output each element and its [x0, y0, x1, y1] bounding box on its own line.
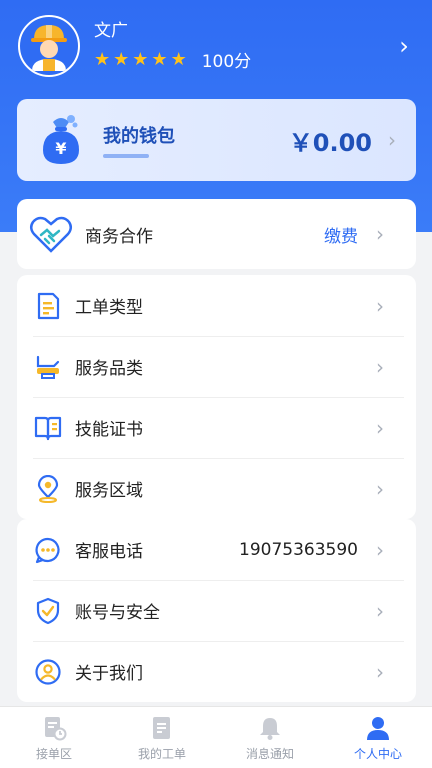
chevron-right-icon: ›	[376, 354, 384, 379]
tab-my-orders[interactable]: 我的工单	[108, 707, 216, 768]
tab-notifications[interactable]: 消息通知	[216, 707, 324, 768]
profile-score: 100分	[201, 52, 252, 72]
wallet-label-underline	[103, 154, 149, 158]
menu-item-label: 服务品类	[75, 359, 143, 379]
location-pin-icon	[33, 474, 63, 504]
star-icon: ★	[113, 48, 130, 70]
menu-item-label: 工单类型	[75, 298, 143, 318]
chevron-right-icon: ›	[376, 222, 384, 246]
star-icon: ★	[94, 48, 111, 70]
chevron-right-icon: ›	[376, 537, 384, 562]
profile-name: 文广	[94, 21, 128, 41]
customer-service-phone: 19075363590	[239, 539, 358, 560]
menu-item-label: 技能证书	[75, 420, 143, 440]
wallet-balance: ￥0.00	[288, 128, 372, 157]
menu-item-label: 账号与安全	[75, 603, 160, 623]
chevron-right-icon: ›	[376, 598, 384, 623]
tab-label: 个人中心	[353, 747, 402, 761]
star-icon: ★	[151, 48, 168, 70]
bottom-tab-bar: 接单区 我的工单 消息通知 个人中心	[0, 706, 432, 768]
chevron-right-icon: ›	[376, 293, 384, 318]
tab-personal-center[interactable]: 个人中心	[324, 707, 432, 768]
chevron-right-icon: ›	[399, 32, 409, 60]
business-label: 商务合作	[85, 226, 153, 247]
menu-card-account: 客服电话 19075363590 › 账号与安全 › 关于我们 ›	[17, 519, 416, 702]
person-icon	[367, 717, 389, 740]
wallet-label: 我的钱包	[103, 126, 175, 147]
certificate-book-icon	[33, 413, 63, 443]
rating-row: ★ ★ ★ ★ ★ 100分	[94, 47, 394, 72]
profile-header[interactable]: 文广 ★ ★ ★ ★ ★ 100分 ›	[18, 14, 414, 78]
menu-item-label: 服务区域	[75, 481, 143, 501]
tab-label: 消息通知	[245, 747, 294, 761]
chevron-right-icon: ›	[376, 415, 384, 440]
avatar	[18, 15, 80, 77]
worker-avatar-icon	[31, 25, 67, 71]
business-value: 缴费	[324, 226, 358, 247]
shield-check-icon	[33, 596, 63, 626]
chevron-right-icon: ›	[376, 476, 384, 501]
document-clock-icon	[45, 717, 67, 741]
service-category-icon	[33, 352, 63, 382]
menu-item-service-area[interactable]: 服务区域 ›	[17, 458, 416, 519]
chevron-right-icon: ›	[376, 659, 384, 684]
chevron-right-icon: ›	[388, 128, 396, 152]
star-icon: ★	[132, 48, 149, 70]
wallet-card[interactable]: ¥ 我的钱包 ￥0.00 ›	[17, 99, 416, 181]
menu-item-certificate[interactable]: 技能证书 ›	[17, 397, 416, 458]
tab-order-hall[interactable]: 接单区	[0, 707, 108, 768]
menu-item-about-us[interactable]: 关于我们 ›	[17, 641, 416, 702]
business-card: 商务合作 缴费 ›	[17, 199, 416, 269]
tab-label: 我的工单	[137, 747, 186, 761]
tab-label: 接单区	[35, 747, 72, 761]
money-bag-icon: ¥	[43, 115, 79, 164]
handshake-heart-icon	[29, 212, 73, 256]
star-icon: ★	[170, 48, 187, 70]
chat-bubble-icon	[33, 535, 63, 565]
menu-item-customer-service[interactable]: 客服电话 19075363590 ›	[17, 519, 416, 580]
menu-item-order-type[interactable]: 工单类型 ›	[17, 275, 416, 336]
menu-item-label: 关于我们	[75, 664, 143, 684]
order-type-icon	[33, 291, 63, 321]
menu-item-service-category[interactable]: 服务品类 ›	[17, 336, 416, 397]
menu-item-label: 客服电话	[75, 542, 143, 562]
menu-item-account-security[interactable]: 账号与安全 ›	[17, 580, 416, 641]
yen-glyph: ¥	[55, 139, 66, 158]
user-circle-icon	[33, 657, 63, 687]
business-cooperation-row[interactable]: 商务合作 缴费 ›	[17, 199, 416, 269]
document-icon	[153, 717, 170, 739]
bell-icon	[260, 718, 280, 740]
menu-card-work: 工单类型 › 服务品类 › 技能证书 › 服务区域 ›	[17, 275, 416, 519]
